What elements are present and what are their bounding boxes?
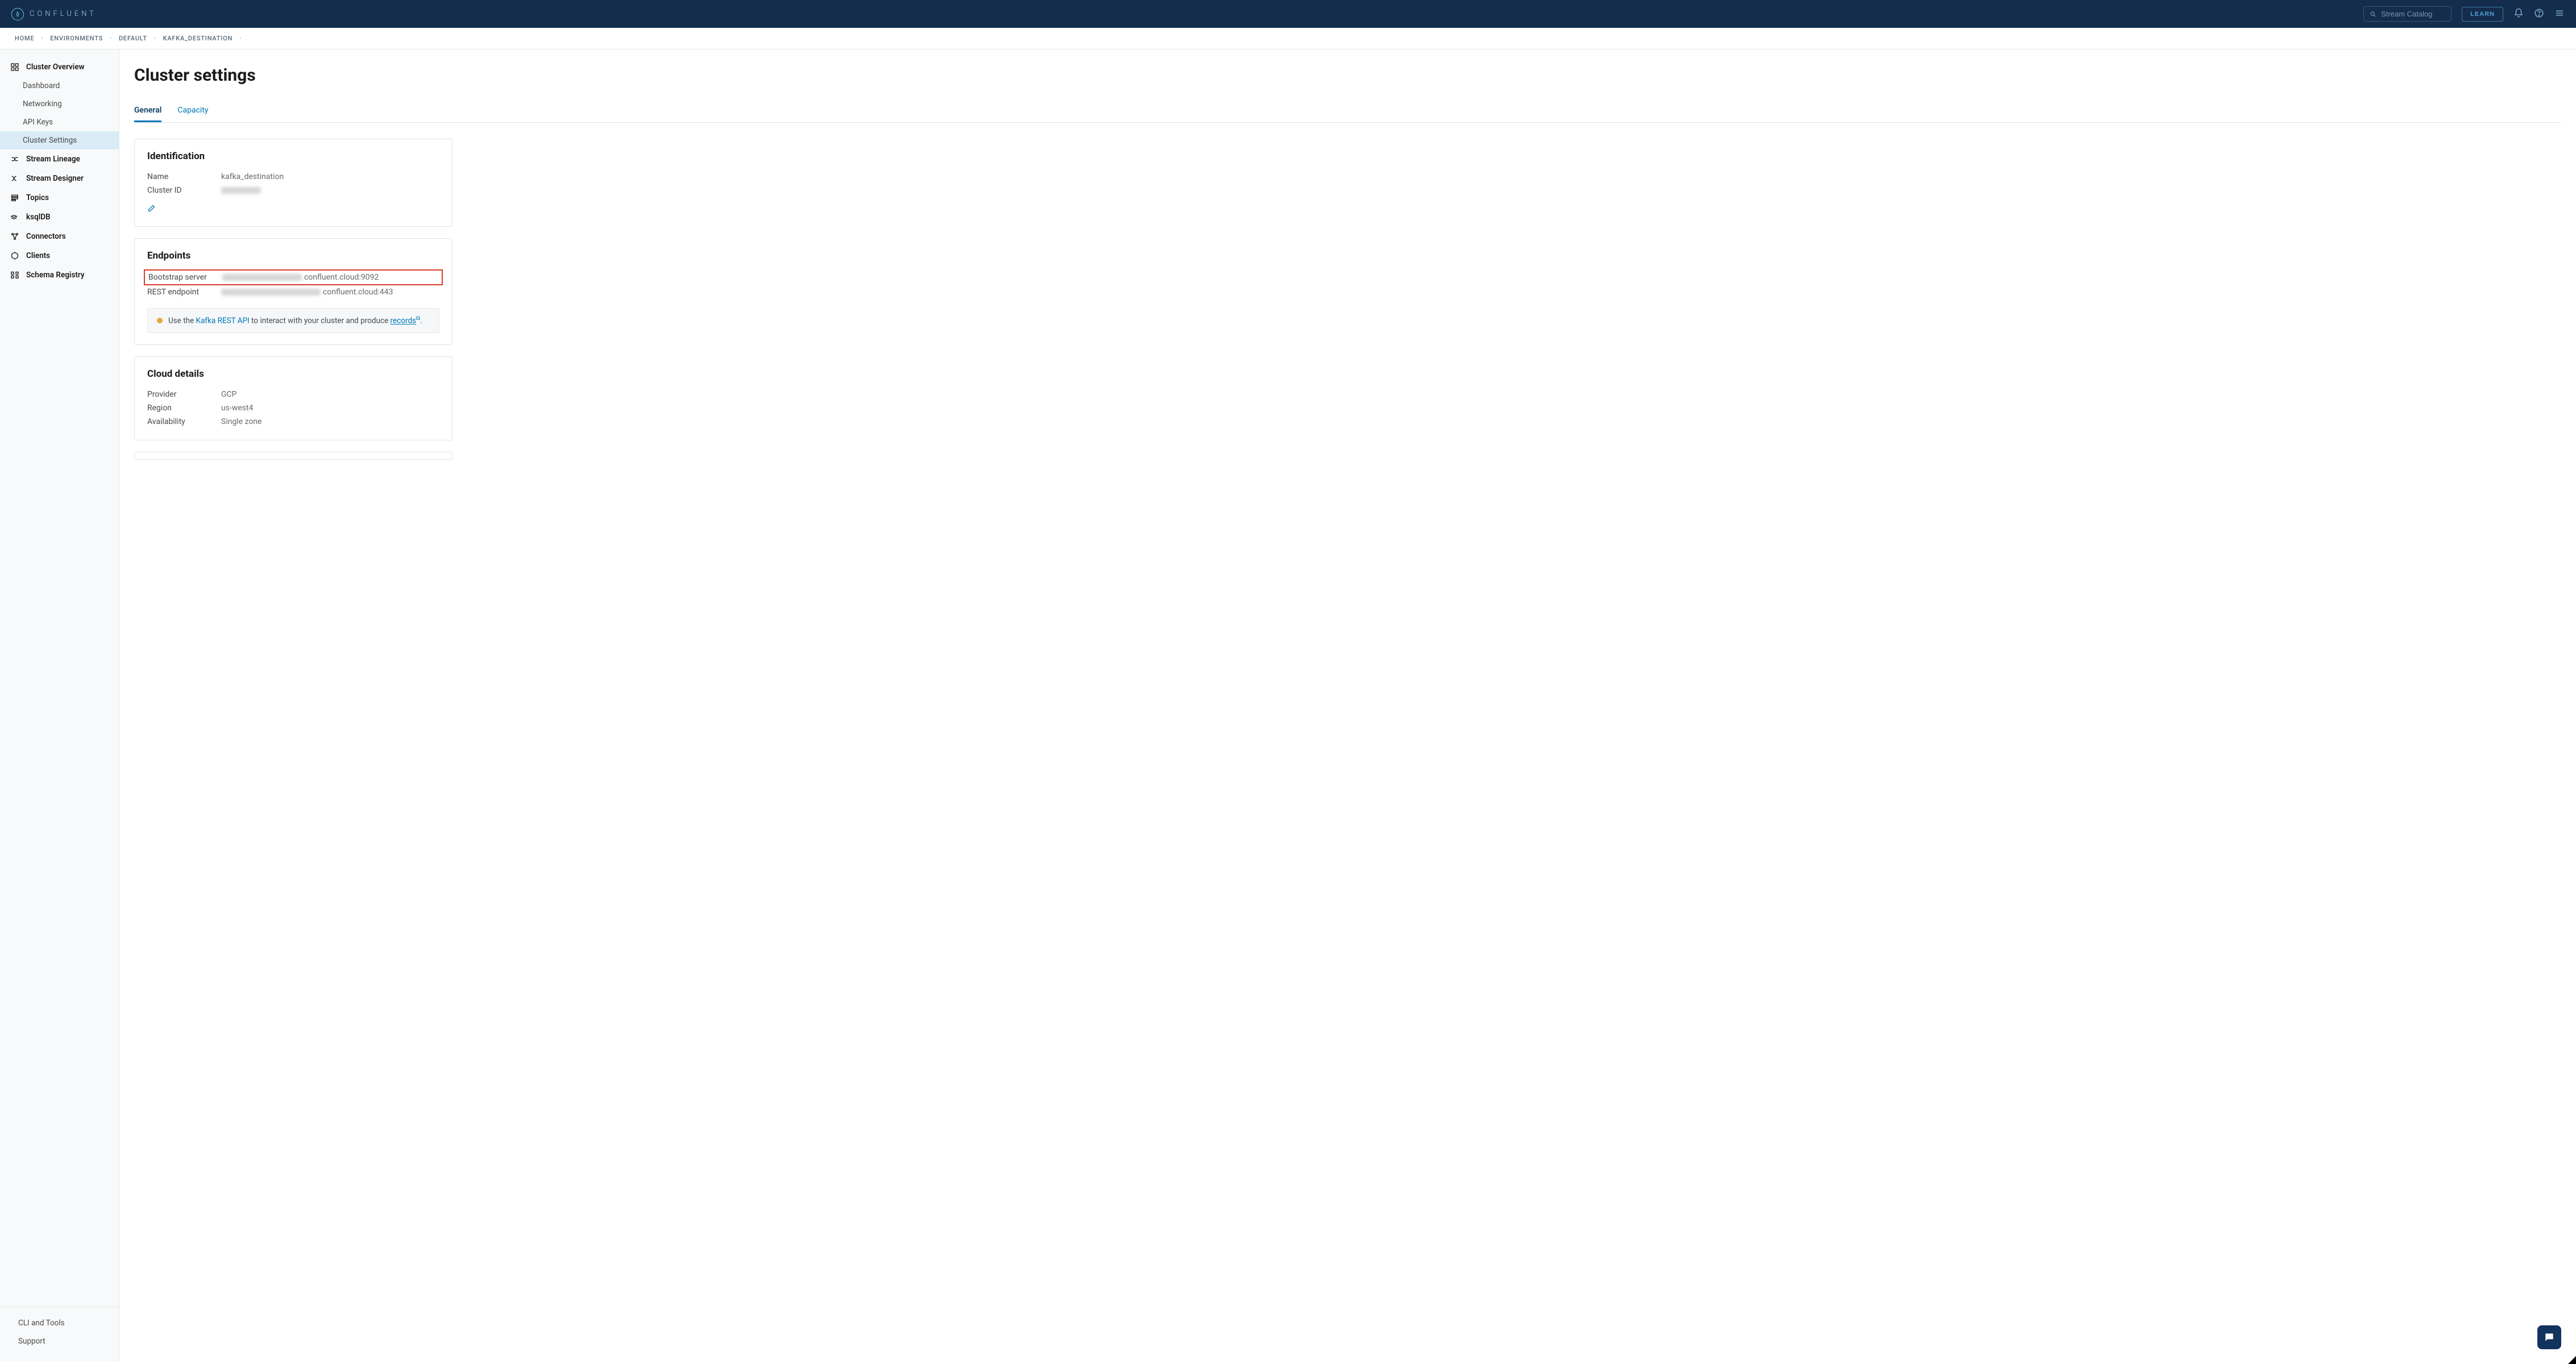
field-value: GCP	[221, 390, 236, 399]
sidebar-item-stream-lineage[interactable]: Stream Lineage	[0, 149, 119, 169]
sidebar-cli-tools[interactable]: CLI and Tools	[0, 1314, 119, 1332]
info-text: Use the Kafka REST API to interact with …	[168, 315, 422, 326]
sidebar-item-label: Stream Lineage	[26, 155, 80, 164]
breadcrumb-environments[interactable]: ENVIRONMENTS	[50, 35, 103, 42]
lineage-icon	[10, 155, 19, 164]
field-label: Provider	[147, 390, 221, 399]
kafka-rest-api-link[interactable]: Kafka REST API	[196, 317, 250, 326]
chevron-right-icon: ›	[239, 35, 242, 41]
main: Cluster settings General Capacity Identi…	[119, 49, 2576, 1362]
sidebar: Cluster Overview Dashboard Networking AP…	[0, 49, 119, 1362]
sidebar-item-label: ksqlDB	[26, 213, 51, 222]
field-value-blurred	[221, 186, 261, 195]
sidebar-item-stream-designer[interactable]: Stream Designer	[0, 169, 119, 188]
field-value: Single zone	[221, 417, 262, 426]
field-value: kafka_destination	[221, 172, 284, 181]
card-identification: Identification Name kafka_destination Cl…	[134, 139, 452, 227]
chevron-right-icon: ›	[41, 35, 43, 41]
field-label: Bootstrap server	[148, 273, 222, 282]
resize-corner-icon[interactable]	[2568, 1356, 2576, 1364]
card-heading: Cloud details	[147, 368, 439, 380]
brand[interactable]: CONFLUENT	[11, 8, 97, 20]
card-heading: Endpoints	[147, 250, 439, 261]
card-cloud-details: Cloud details Provider GCP Region us-wes…	[134, 356, 452, 440]
chevron-right-icon: ›	[110, 35, 112, 41]
sidebar-item-cluster-overview[interactable]: Cluster Overview	[0, 57, 119, 77]
records-link[interactable]: records	[390, 317, 416, 326]
search-wrap[interactable]	[2363, 6, 2452, 22]
topbar: CONFLUENT LEARN	[0, 0, 2576, 28]
card-next-partial	[134, 452, 452, 460]
blurred-prefix	[221, 289, 321, 296]
sidebar-item-schema-registry[interactable]: Schema Registry	[0, 265, 119, 285]
edit-icon[interactable]	[147, 204, 156, 215]
field-label: REST endpoint	[147, 288, 221, 297]
grid-icon	[10, 63, 19, 72]
topics-icon	[10, 193, 19, 202]
bootstrap-suffix: confluent.cloud:9092	[304, 273, 379, 282]
brand-name: CONFLUENT	[30, 10, 97, 18]
field-bootstrap-server: Bootstrap server confluent.cloud:9092	[144, 269, 443, 285]
search-icon	[2370, 10, 2376, 18]
sidebar-sub-cluster-settings[interactable]: Cluster Settings	[0, 131, 119, 149]
rest-suffix: confluent.cloud:443	[323, 288, 393, 297]
topbar-right: LEARN	[2363, 6, 2565, 22]
field-value: confluent.cloud:443	[221, 288, 393, 297]
card-heading: Identification	[147, 151, 439, 162]
help-icon[interactable]	[2534, 8, 2544, 20]
clients-icon	[10, 251, 19, 260]
field-label: Name	[147, 172, 221, 181]
schema-icon	[10, 271, 19, 280]
search-input[interactable]	[2381, 10, 2445, 18]
learn-button[interactable]: LEARN	[2462, 7, 2503, 22]
info-dot-icon	[157, 318, 163, 323]
sidebar-item-label: Clients	[26, 251, 50, 260]
chat-button[interactable]	[2537, 1325, 2561, 1349]
field-value: confluent.cloud:9092	[222, 273, 379, 282]
connectors-icon	[10, 232, 19, 241]
bell-icon[interactable]	[2513, 8, 2524, 20]
breadcrumb-home[interactable]: HOME	[15, 35, 34, 42]
field-label: Availability	[147, 417, 221, 426]
breadcrumb: HOME › ENVIRONMENTS › DEFAULT › KAFKA_DE…	[0, 28, 2576, 49]
field-value: us-west4	[221, 404, 253, 413]
designer-icon	[10, 174, 19, 183]
ksql-icon	[10, 213, 19, 222]
chevron-right-icon: ›	[154, 35, 156, 41]
sidebar-item-label: Stream Designer	[26, 174, 84, 183]
blurred-prefix	[222, 274, 302, 281]
breadcrumb-default[interactable]: DEFAULT	[119, 35, 147, 42]
sidebar-item-label: Cluster Overview	[26, 63, 85, 72]
field-name: Name kafka_destination	[147, 170, 439, 184]
tab-general[interactable]: General	[134, 106, 161, 122]
breadcrumb-cluster[interactable]: KAFKA_DESTINATION	[163, 35, 233, 42]
tab-capacity[interactable]: Capacity	[177, 106, 208, 122]
sidebar-item-connectors[interactable]: Connectors	[0, 227, 119, 246]
sidebar-item-label: Topics	[26, 193, 49, 202]
field-label: Region	[147, 404, 221, 413]
layout: Cluster Overview Dashboard Networking AP…	[0, 49, 2576, 1362]
tabs: General Capacity	[134, 106, 2561, 123]
chat-icon	[2544, 1332, 2555, 1343]
field-provider: Provider GCP	[147, 388, 439, 401]
sidebar-sub-networking[interactable]: Networking	[0, 95, 119, 113]
page-title: Cluster settings	[134, 65, 2561, 85]
sidebar-item-clients[interactable]: Clients	[0, 246, 119, 265]
field-rest-endpoint: REST endpoint confluent.cloud:443	[147, 285, 439, 299]
field-region: Region us-west4	[147, 401, 439, 415]
field-clusterid: Cluster ID	[147, 184, 439, 197]
sidebar-item-topics[interactable]: Topics	[0, 188, 119, 207]
menu-icon[interactable]	[2554, 8, 2565, 20]
sidebar-support[interactable]: Support	[0, 1332, 119, 1350]
info-box: Use the Kafka REST API to interact with …	[147, 308, 439, 333]
sidebar-item-label: Connectors	[26, 232, 66, 241]
confluent-logo-icon	[11, 8, 24, 20]
sidebar-sub-dashboard[interactable]: Dashboard	[0, 77, 119, 95]
card-endpoints: Endpoints Bootstrap server confluent.clo…	[134, 238, 452, 345]
field-availability: Availability Single zone	[147, 415, 439, 429]
sidebar-sub-apikeys[interactable]: API Keys	[0, 113, 119, 131]
field-label: Cluster ID	[147, 186, 221, 195]
sidebar-item-ksqldb[interactable]: ksqlDB	[0, 207, 119, 227]
sidebar-item-label: Schema Registry	[26, 271, 85, 280]
